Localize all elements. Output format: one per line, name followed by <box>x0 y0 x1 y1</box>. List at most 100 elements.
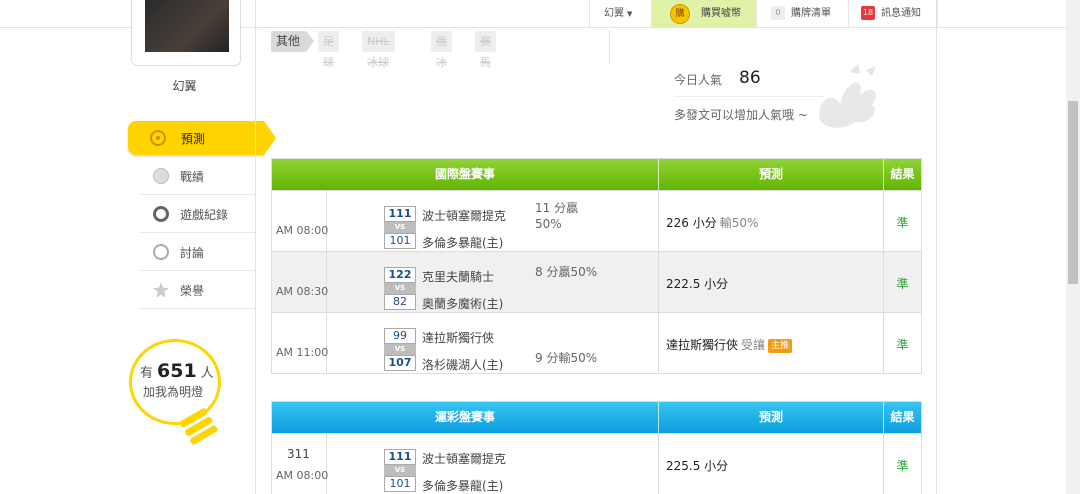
handicap: 8 分贏50% <box>535 265 598 279</box>
honor-icon <box>153 282 169 298</box>
team-home[interactable]: 奧蘭多魔術(主) <box>422 295 503 312</box>
buy-coins-button[interactable]: 購 購買嘘幣 <box>651 0 756 28</box>
user-menu[interactable]: 幻翼 ▼ <box>589 0 651 28</box>
score-home: 101 <box>384 476 416 492</box>
score-away: 99 <box>384 328 416 344</box>
game-number: 311 <box>287 447 310 461</box>
col-header-prediction: 預測 <box>659 159 884 190</box>
tag-other[interactable]: 其他 <box>271 31 314 52</box>
page-scrollbar[interactable] <box>1066 0 1080 494</box>
target-icon <box>150 130 166 146</box>
caret-down-icon: ▼ <box>627 10 633 18</box>
handicap: 9 分輸50% <box>535 351 598 365</box>
avatar[interactable] <box>145 0 229 52</box>
col-header-result: 結果 <box>890 167 915 181</box>
score-home: 107 <box>384 355 416 371</box>
game-time: AM 11:00 <box>276 346 329 359</box>
game-time: AM 08:30 <box>276 285 329 298</box>
notify-count-badge: 18 <box>861 6 875 20</box>
sidebar-item-honor[interactable]: 榮譽 <box>140 271 256 309</box>
score-home: 82 <box>384 294 416 310</box>
game-time: AM 08:00 <box>276 224 329 237</box>
table-row[interactable]: AM 11:00 99 VS 107 達拉斯獨行俠 洛杉磯湖人(主) 9 分輸5… <box>272 312 921 373</box>
game-record-icon <box>153 206 169 222</box>
buy-coins-label: 購買嘘幣 <box>701 8 741 19</box>
team-home[interactable]: 多倫多暴龍(主) <box>422 477 503 494</box>
score-away: 122 <box>384 267 416 283</box>
intl-games-table: 國際盤賽事 預測 結果 AM 08:00 111 VS 101 波士頓塞爾提克 … <box>271 158 922 374</box>
col-header-prediction: 預測 <box>659 402 884 433</box>
cart-count-badge: 0 <box>771 6 785 20</box>
result: 準 <box>896 459 909 473</box>
scrollbar-thumb[interactable] <box>1068 101 1078 284</box>
sidebar-item-label: 討論 <box>180 246 205 260</box>
follower-count-value: 651 <box>157 360 197 382</box>
coin-icon: 購 <box>670 4 690 24</box>
user-menu-label: 幻翼 <box>604 8 624 19</box>
lottery-games-table: 運彩盤賽事 預測 結果 311 AM 08:00 111 VS 101 波士頓塞… <box>271 401 922 494</box>
table-header: 運彩盤賽事 預測 結果 <box>272 402 921 433</box>
vs-label: VS <box>384 344 416 355</box>
popularity-label: 今日人氣 <box>674 73 723 87</box>
team-away[interactable]: 達拉斯獨行俠 <box>422 329 494 346</box>
prediction: 222.5 小分 <box>666 277 729 291</box>
main-right-border <box>936 0 937 494</box>
team-away[interactable]: 克里夫蘭騎士 <box>422 268 494 285</box>
popularity-separator <box>674 96 824 97</box>
result: 準 <box>896 277 909 291</box>
page: 幻翼▼ 購 購買嘘幣 0購牌清單 18訊息通知 幻翼 預測 戰績 遊戲紀錄 <box>0 0 1080 494</box>
sidebar-item-label: 榮譽 <box>180 284 205 298</box>
col-header-result: 結果 <box>890 410 915 424</box>
table-row[interactable]: AM 08:30 122 VS 82 克里夫蘭騎士 奧蘭多魔術(主) 8 分贏5… <box>272 251 921 312</box>
popularity-value: 86 <box>739 68 761 88</box>
tag-nhl[interactable]: NHL冰球 <box>362 31 395 69</box>
game-time: AM 08:00 <box>276 469 329 482</box>
notify-label: 訊息通知 <box>881 8 921 19</box>
prediction-sub: 輸50% <box>719 216 759 230</box>
popularity-mascot-icon <box>819 64 876 128</box>
notifications-link[interactable]: 18 訊息通知 <box>848 0 938 28</box>
team-away[interactable]: 波士頓塞爾提克 <box>422 450 506 467</box>
team-away[interactable]: 波士頓塞爾提克 <box>422 207 506 224</box>
handicap-percent: 50% <box>535 217 562 231</box>
sidebar-item-predict[interactable]: 預測 <box>128 121 276 155</box>
sidebar-divider <box>255 0 256 494</box>
score-home: 101 <box>384 233 416 249</box>
cart-label: 購牌清單 <box>791 8 831 19</box>
col-header-games: 國際盤賽事 <box>272 159 659 190</box>
username: 幻翼 <box>172 79 197 93</box>
prediction: 226 小分 輸50% <box>666 216 759 230</box>
sidebar-item-label: 預測 <box>181 132 206 146</box>
result: 準 <box>896 216 909 230</box>
col-header-games: 運彩盤賽事 <box>272 402 659 433</box>
prediction-sub: 受讓 <box>741 338 766 352</box>
tag-russian-hockey[interactable]: 俄冰 <box>431 31 452 69</box>
follow-prompt[interactable]: 加我為明燈 <box>143 383 203 400</box>
prediction: 達拉斯獨行俠 受讓 主推 <box>666 336 793 353</box>
team-home[interactable]: 多倫多暴龍(主) <box>422 234 503 251</box>
record-icon <box>153 168 169 184</box>
discuss-icon <box>153 244 169 260</box>
follower-count: 有 651 人 <box>140 360 214 382</box>
featured-badge: 主推 <box>768 339 793 353</box>
popularity-divider <box>609 30 610 64</box>
sidebar-item-discuss[interactable]: 討論 <box>140 233 256 271</box>
vs-label: VS <box>384 283 416 294</box>
table-row[interactable]: AM 08:00 111 VS 101 波士頓塞爾提克 多倫多暴龍(主) 11 … <box>272 190 921 251</box>
vs-label: VS <box>384 222 416 233</box>
result: 準 <box>896 338 909 352</box>
avatar-card[interactable] <box>131 0 241 66</box>
handicap: 11 分贏 <box>535 201 579 215</box>
team-home[interactable]: 洛杉磯湖人(主) <box>422 356 503 373</box>
table-row[interactable]: 311 AM 08:00 111 VS 101 波士頓塞爾提克 多倫多暴龍(主)… <box>272 433 921 494</box>
prediction: 225.5 小分 <box>666 459 729 473</box>
popularity-hint: 多發文可以增加人氣哦 ~ <box>674 108 808 122</box>
sidebar-item-label: 遊戲紀錄 <box>180 208 229 222</box>
cart-link[interactable]: 0 購牌清單 <box>756 0 848 28</box>
tag-soccer[interactable]: 足球 <box>318 31 339 69</box>
tag-horse-racing[interactable]: 賽馬 <box>475 31 496 69</box>
table-header: 國際盤賽事 預測 結果 <box>272 159 921 190</box>
vs-label: VS <box>384 465 416 476</box>
sidebar-item-record[interactable]: 戰績 <box>140 157 256 195</box>
sidebar-item-game-record[interactable]: 遊戲紀錄 <box>140 195 256 233</box>
